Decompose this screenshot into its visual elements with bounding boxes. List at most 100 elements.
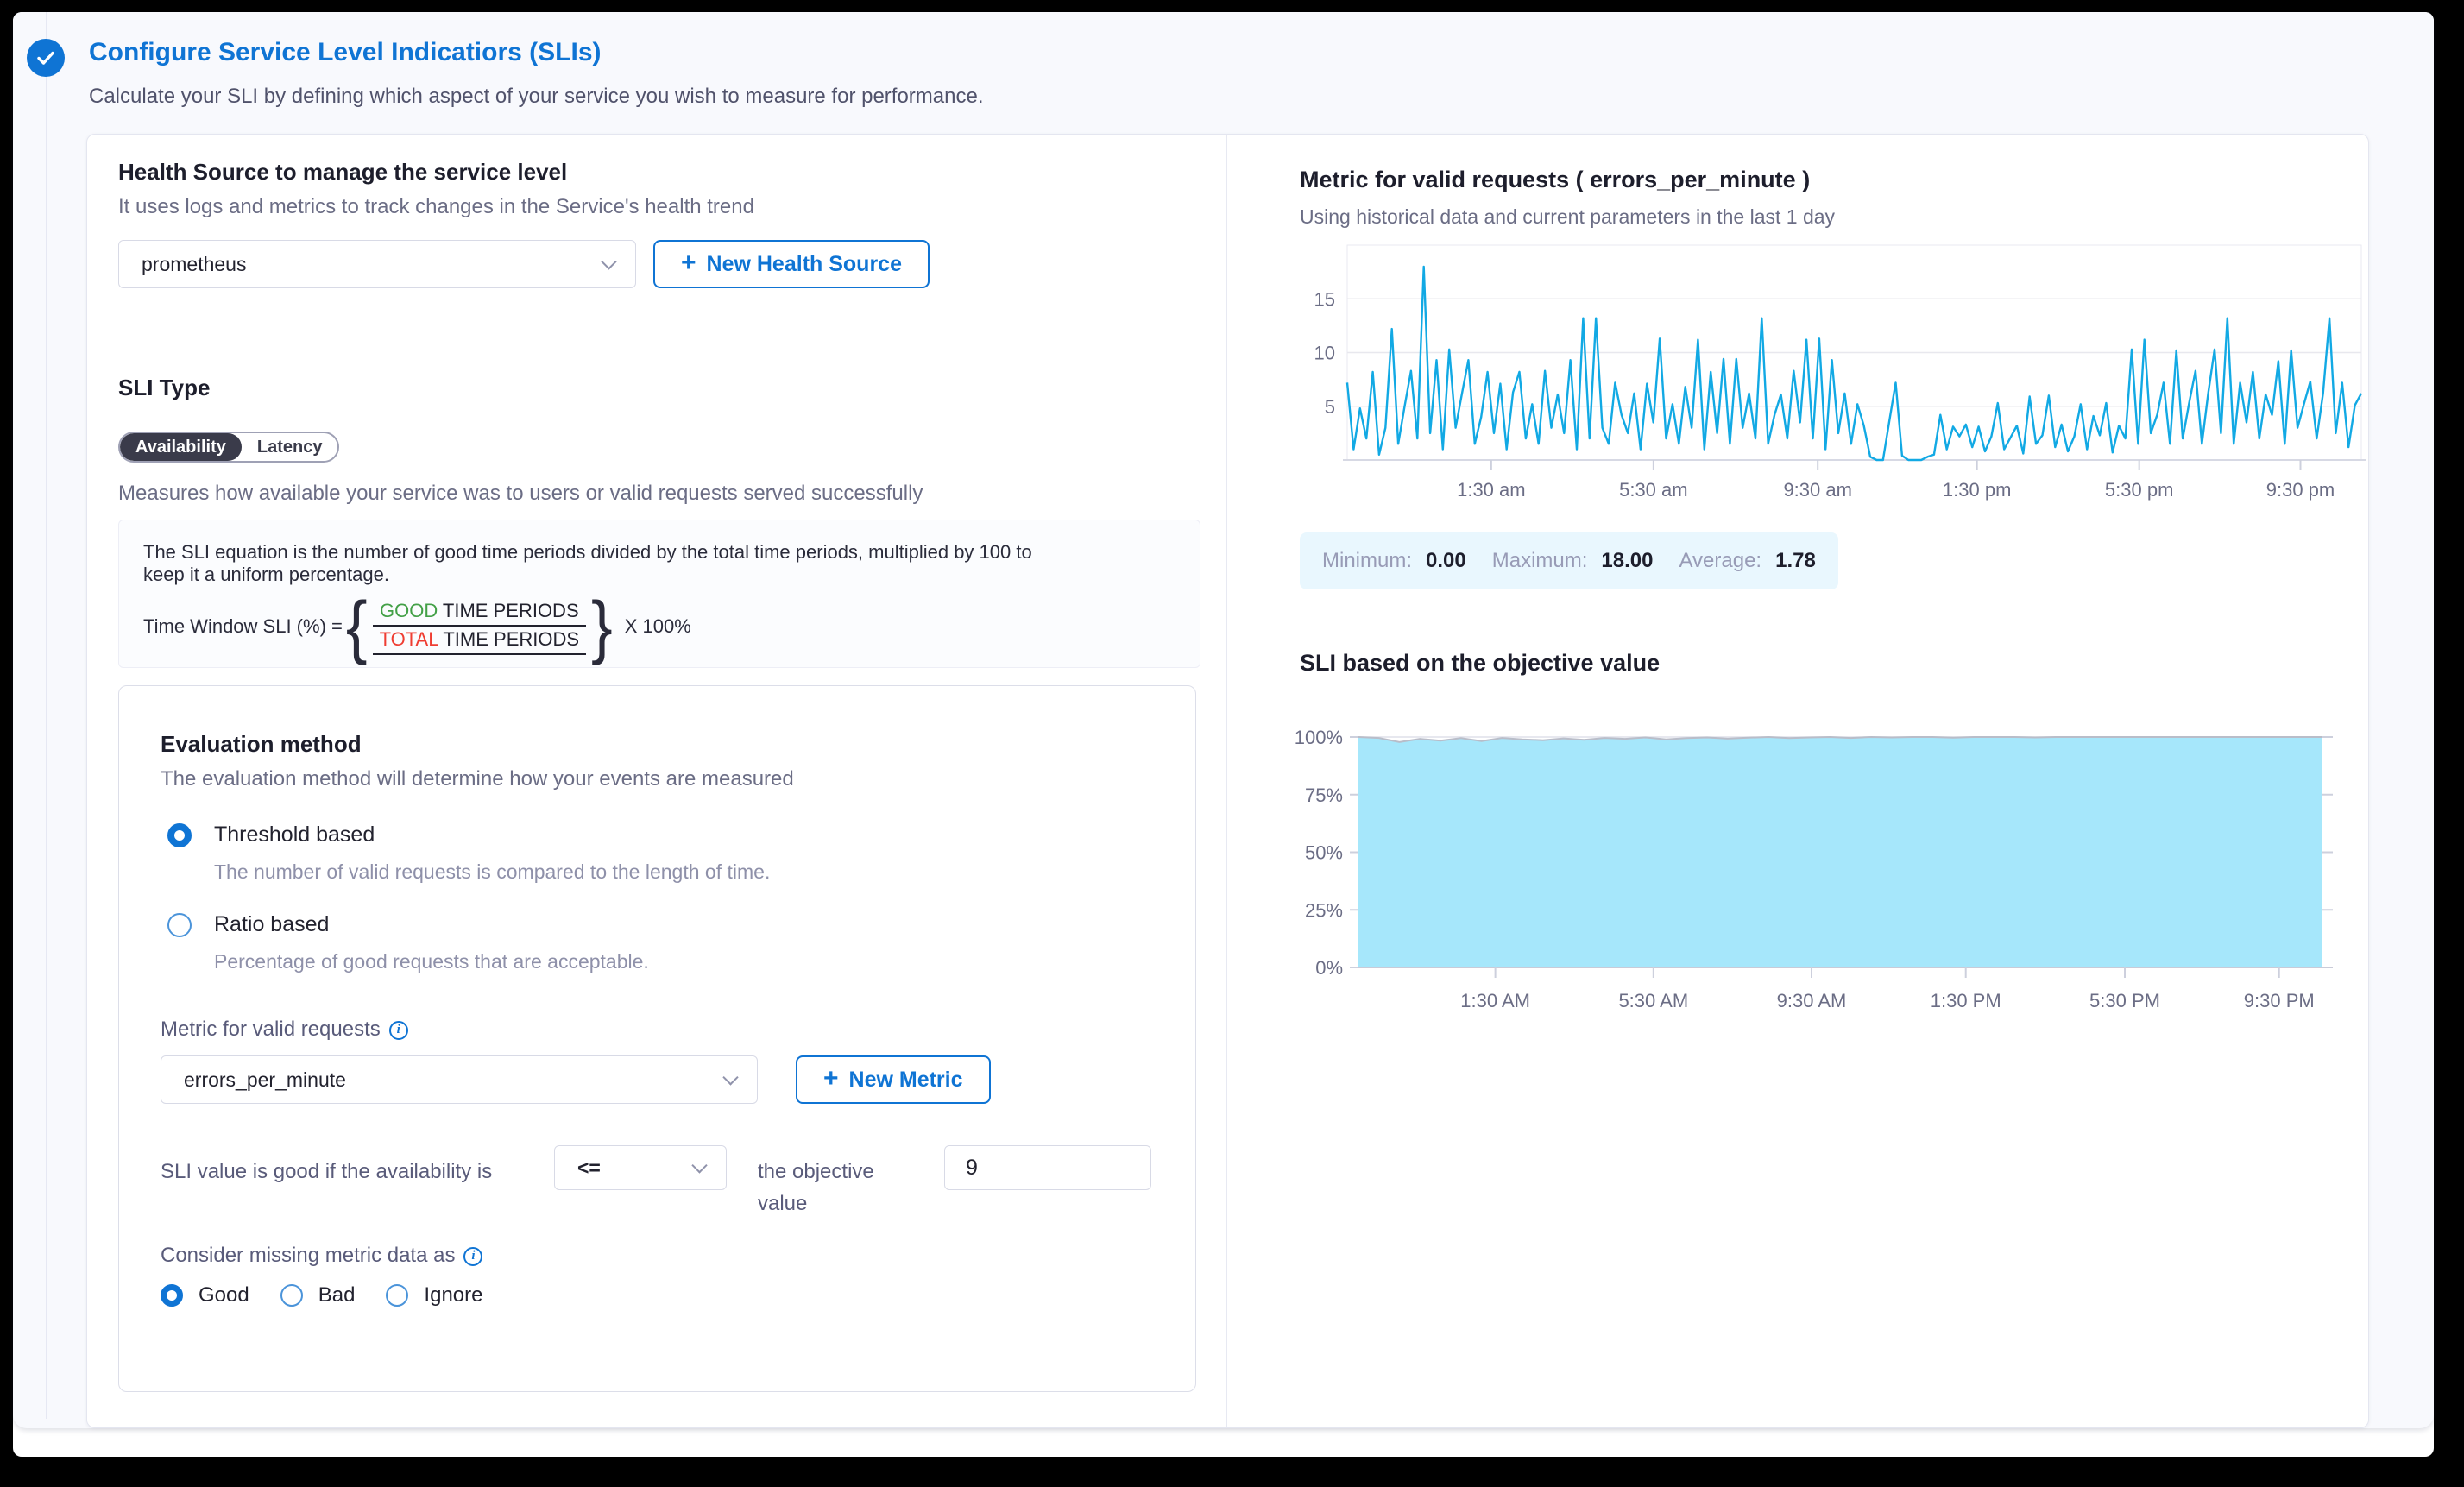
svg-text:100%: 100% [1295, 727, 1343, 748]
bad-label: Bad [318, 1283, 356, 1307]
health-source-heading: Health Source to manage the service leve… [118, 159, 567, 186]
objective-middle-label: the objective value [758, 1145, 913, 1219]
equation-text-line2: keep it a uniform percentage. [143, 564, 1175, 586]
metric-selected-value: errors_per_minute [184, 1068, 346, 1092]
sli-equation-box: The SLI equation is the number of good t… [118, 520, 1200, 668]
info-icon[interactable]: i [463, 1247, 482, 1266]
equation-suffix: X 100% [625, 615, 691, 638]
threshold-description: The number of valid requests is compared… [214, 860, 770, 884]
plus-icon: + [823, 1064, 839, 1093]
stepper-line [46, 12, 47, 1419]
metric-spike-chart: 5 10 15 1:30 am 5:30 am 9:30 am 1:30 pm 5:30 pm… [1300, 243, 2379, 501]
missing-data-ignore-option[interactable]: Ignore [386, 1283, 482, 1307]
objective-prefix-label: SLI value is good if the availability is [161, 1145, 523, 1188]
evaluation-subheading: The evaluation method will determine how… [161, 767, 794, 791]
sli-type-option-latency[interactable]: Latency [242, 433, 338, 461]
metric-select[interactable]: errors_per_minute [161, 1055, 758, 1104]
svg-text:25%: 25% [1305, 899, 1343, 921]
average-value: 1.78 [1775, 549, 1816, 573]
ratio-description: Percentage of good requests that are acc… [214, 950, 649, 973]
equation-open-brace: { [346, 595, 368, 658]
equation-formula: Time Window SLI (%) = { GOOD TIME PERIOD… [143, 598, 1175, 656]
svg-text:1:30 PM: 1:30 PM [1931, 990, 2001, 1011]
metric-valid-requests-label: Metric for valid requestsi [161, 1018, 408, 1042]
svg-text:9:30 pm: 9:30 pm [2266, 479, 2335, 501]
ratio-radio[interactable] [167, 913, 192, 937]
new-health-source-label: New Health Source [707, 252, 902, 277]
equation-numerator: GOOD TIME PERIODS [373, 598, 586, 627]
health-source-subheading: It uses logs and metrics to track change… [118, 195, 754, 219]
chevron-down-icon [691, 1157, 707, 1173]
svg-text:5:30 am: 5:30 am [1619, 479, 1688, 501]
svg-text:5:30 AM: 5:30 AM [1618, 990, 1688, 1011]
info-icon[interactable]: i [389, 1021, 408, 1040]
threshold-radio[interactable] [167, 823, 192, 847]
svg-text:75%: 75% [1305, 784, 1343, 806]
good-radio[interactable] [161, 1284, 183, 1307]
svg-text:1:30 am: 1:30 am [1457, 479, 1526, 501]
health-source-selected-value: prometheus [142, 253, 246, 276]
plus-icon: + [681, 249, 696, 278]
new-metric-button[interactable]: + New Metric [796, 1055, 991, 1104]
missing-data-label: Consider missing metric data asi [161, 1244, 482, 1268]
bad-radio[interactable] [280, 1284, 303, 1307]
metric-stats-badge: Minimum: 0.00 Maximum: 18.00 Average: 1.… [1300, 532, 1838, 589]
equation-lhs: Time Window SLI (%) = [143, 615, 343, 638]
svg-text:9:30 am: 9:30 am [1783, 479, 1852, 501]
comparator-value: <= [577, 1156, 601, 1180]
svg-text:1:30 pm: 1:30 pm [1943, 479, 2012, 501]
sli-type-option-availability[interactable]: Availability [120, 433, 242, 461]
equation-fraction: GOOD TIME PERIODS TOTAL TIME PERIODS [373, 598, 586, 655]
sli-area-chart: 0% 25% 50% 75% 100% 1:30 AM 5:30 AM 9:30 AM 1:30… [1287, 724, 2392, 1026]
svg-text:15: 15 [1314, 288, 1335, 310]
svg-text:5:30 PM: 5:30 PM [2089, 990, 2160, 1011]
page-title: Configure Service Level Indicatiors (SLI… [89, 38, 602, 67]
metric-chart-subtitle: Using historical data and current parame… [1300, 205, 1835, 229]
svg-text:0%: 0% [1315, 957, 1343, 979]
svg-text:10: 10 [1314, 343, 1335, 364]
missing-data-good-option[interactable]: Good [161, 1283, 249, 1307]
svg-text:5:30 pm: 5:30 pm [2105, 479, 2174, 501]
sli-chart-title: SLI based on the objective value [1300, 650, 1660, 677]
sli-type-heading: SLI Type [118, 375, 210, 401]
app-window: Configure Service Level Indicatiors (SLI… [13, 12, 2434, 1457]
page-subtitle: Calculate your SLI by defining which asp… [89, 85, 984, 109]
new-health-source-button[interactable]: + New Health Source [653, 240, 930, 288]
evaluation-card: Evaluation method The evaluation method … [118, 685, 1196, 1392]
new-metric-label: New Metric [849, 1068, 963, 1093]
chevron-down-icon [722, 1069, 738, 1085]
step-complete-check-icon [27, 39, 65, 77]
sli-type-description: Measures how available your service was … [118, 482, 923, 506]
panel-divider [1226, 135, 1227, 1427]
threshold-label: Threshold based [214, 822, 375, 847]
ignore-radio[interactable] [386, 1284, 408, 1307]
average-label: Average: [1679, 549, 1761, 573]
svg-text:9:30 AM: 9:30 AM [1777, 990, 1847, 1011]
maximum-label: Maximum: [1492, 549, 1588, 573]
sli-type-toggle: Availability Latency [118, 432, 339, 463]
ratio-based-option[interactable]: Ratio based [167, 912, 329, 937]
comparator-select[interactable]: <= [554, 1145, 727, 1190]
svg-text:5: 5 [1325, 396, 1335, 418]
ignore-label: Ignore [424, 1283, 482, 1307]
equation-text-line1: The SLI equation is the number of good t… [143, 541, 1175, 564]
objective-value-input[interactable] [944, 1145, 1151, 1190]
svg-text:1:30 AM: 1:30 AM [1460, 990, 1530, 1011]
equation-denominator: TOTAL TIME PERIODS [373, 627, 586, 655]
metric-chart-title: Metric for valid requests ( errors_per_m… [1300, 167, 1810, 193]
health-source-select[interactable]: prometheus [118, 240, 636, 288]
threshold-based-option[interactable]: Threshold based [167, 822, 375, 847]
sli-config-panel: Health Source to manage the service leve… [86, 134, 2369, 1428]
chevron-down-icon [601, 254, 616, 269]
ratio-label: Ratio based [214, 912, 329, 937]
svg-text:9:30 PM: 9:30 PM [2244, 990, 2315, 1011]
minimum-value: 0.00 [1426, 549, 1466, 573]
app-background: Configure Service Level Indicatiors (SLI… [13, 12, 2434, 1428]
missing-data-bad-option[interactable]: Bad [280, 1283, 356, 1307]
maximum-value: 18.00 [1601, 549, 1653, 573]
svg-text:50%: 50% [1305, 842, 1343, 864]
equation-close-brace: } [591, 595, 613, 658]
good-label: Good [199, 1283, 249, 1307]
evaluation-heading: Evaluation method [161, 731, 362, 758]
minimum-label: Minimum: [1322, 549, 1412, 573]
